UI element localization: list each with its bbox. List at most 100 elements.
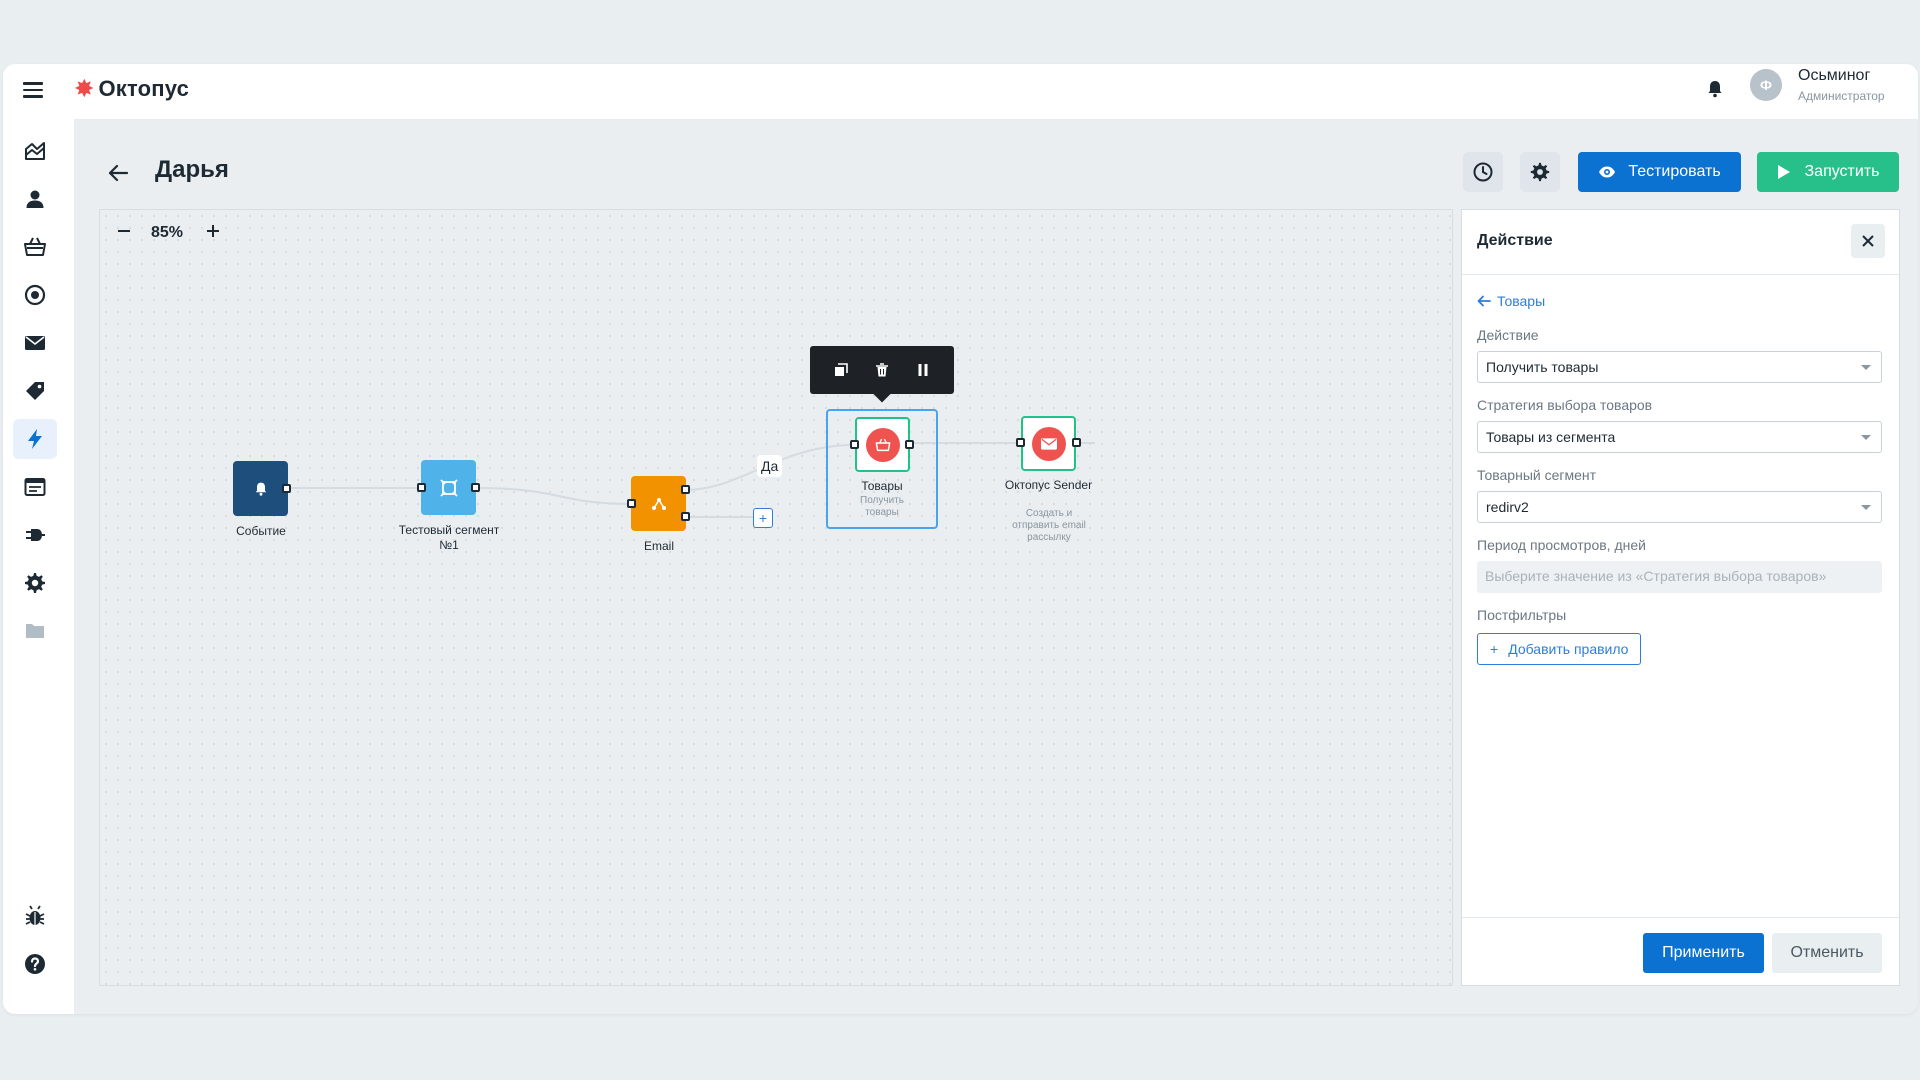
node-email-input-port[interactable]: [627, 499, 636, 508]
test-button[interactable]: Тестировать: [1578, 152, 1741, 192]
bell-icon: [255, 482, 266, 496]
sidebar-item-bugs[interactable]: [13, 896, 57, 936]
eye-icon: [1599, 166, 1616, 178]
split-icon: [651, 497, 666, 510]
view-period-placeholder: Выберите значение из «Стратегия выбора т…: [1485, 568, 1827, 584]
sidebar-item-analytics[interactable]: [13, 131, 57, 171]
strategy-label: Стратегия выбора товаров: [1477, 397, 1653, 413]
panel-title: Действие: [1477, 232, 1553, 249]
segment-icon: [439, 478, 458, 497]
user-icon: [26, 190, 44, 208]
sidebar-item-settings[interactable]: [13, 563, 57, 603]
node-sender-subtitle: Создать и отправить email рассылку: [1012, 508, 1086, 543]
logo-text: Октопус: [98, 76, 190, 101]
logo[interactable]: ✸ Октопус: [75, 76, 189, 102]
action-select-value: Получить товары: [1486, 359, 1599, 375]
apply-button[interactable]: Применить: [1643, 933, 1764, 973]
chevron-down-icon: [1861, 435, 1871, 440]
sidebar-item-targets[interactable]: [13, 275, 57, 315]
sidebar-item-products[interactable]: [13, 227, 57, 267]
close-icon: [1862, 235, 1874, 247]
strategy-select[interactable]: Товары из сегмента: [1477, 421, 1882, 453]
node-products-input-port[interactable]: [850, 440, 859, 449]
product-segment-value: redirv2: [1486, 499, 1529, 515]
zoom-in-icon[interactable]: [204, 222, 222, 240]
sidebar-item-files[interactable]: [13, 611, 57, 651]
node-segment-output-port[interactable]: [471, 483, 480, 492]
node-segment-input-port[interactable]: [417, 483, 426, 492]
sidebar-item-offers[interactable]: [13, 371, 57, 411]
node-products[interactable]: [855, 417, 910, 472]
zoom-out-icon[interactable]: [115, 222, 133, 240]
help-icon: [25, 954, 45, 974]
sidebar-item-help[interactable]: [13, 944, 57, 984]
sidebar-item-scenarios[interactable]: [13, 419, 57, 459]
bug-icon: [25, 905, 45, 925]
sidebar-item-templates[interactable]: [13, 467, 57, 507]
user-name[interactable]: Осьминог: [1798, 67, 1870, 85]
sidebar-item-integrations[interactable]: [13, 515, 57, 555]
back-arrow-icon[interactable]: [103, 158, 133, 188]
mail-icon: [1040, 437, 1057, 450]
gear-icon: [1530, 162, 1550, 182]
window-icon: [24, 478, 46, 496]
scenario-canvas[interactable]: [99, 209, 1453, 986]
node-event[interactable]: [233, 461, 288, 516]
avatar[interactable]: Ф: [1750, 69, 1782, 101]
sidebar-item-customers[interactable]: [13, 179, 57, 219]
panel-back-link[interactable]: Товары: [1477, 293, 1545, 309]
action-select[interactable]: Получить товары: [1477, 351, 1882, 383]
node-email[interactable]: [631, 476, 686, 531]
cancel-button[interactable]: Отменить: [1772, 933, 1882, 973]
copy-icon: [834, 363, 848, 376]
scenario-settings-button[interactable]: [1520, 152, 1560, 192]
run-button[interactable]: Запустить: [1757, 152, 1899, 192]
node-sender-output-port[interactable]: [1072, 438, 1081, 447]
product-segment-label: Товарный сегмент: [1477, 467, 1597, 483]
logo-star-icon: ✸: [75, 76, 94, 101]
tag-icon: [26, 382, 44, 400]
node-toolbar: [810, 346, 954, 394]
notification-bell-icon[interactable]: [1705, 78, 1725, 100]
copy-node-button[interactable]: [829, 358, 853, 382]
node-event-output-port[interactable]: [282, 484, 291, 493]
action-panel: Действие Товары Действие Получить товары…: [1461, 209, 1900, 986]
delete-node-button[interactable]: [870, 358, 894, 382]
hamburger-menu-icon[interactable]: [23, 82, 43, 100]
add-rule-label: Добавить правило: [1508, 641, 1629, 657]
pause-icon: [918, 364, 928, 376]
pause-node-button[interactable]: [911, 358, 935, 382]
node-email-yes-port[interactable]: [681, 485, 690, 494]
sidebar: [3, 119, 74, 1014]
add-rule-button[interactable]: + Добавить правило: [1477, 633, 1642, 665]
add-branch-button[interactable]: +: [753, 508, 773, 528]
lightning-icon: [28, 429, 42, 449]
history-button[interactable]: [1463, 152, 1503, 192]
node-email-no-port[interactable]: [681, 512, 690, 521]
node-products-subtitle: Получить товары: [860, 495, 904, 518]
node-products-label: Товары: [861, 479, 903, 493]
action-label: Действие: [1477, 327, 1539, 343]
sidebar-item-mailings[interactable]: [13, 323, 57, 363]
panel-close-button[interactable]: [1851, 224, 1885, 258]
panel-back-label: Товары: [1497, 293, 1546, 309]
panel-footer: Применить Отменить: [1462, 917, 1899, 985]
trash-icon: [875, 363, 888, 377]
page-title: Дарья: [155, 156, 229, 183]
node-segment-label: Тестовый сегмент №1: [398, 523, 500, 552]
node-sender-input-port[interactable]: [1016, 438, 1025, 447]
run-button-label: Запустить: [1804, 163, 1880, 180]
product-segment-select[interactable]: redirv2: [1477, 491, 1882, 523]
user-role: Администратор: [1798, 89, 1885, 103]
node-segment[interactable]: [421, 460, 476, 515]
avatar-initial: Ф: [1760, 77, 1772, 93]
chevron-down-icon: [1861, 505, 1871, 510]
chevron-down-icon: [1861, 365, 1871, 370]
node-sender-badge: [1031, 426, 1066, 461]
node-sender[interactable]: [1021, 416, 1076, 471]
folder-icon: [26, 624, 44, 638]
top-bar: ✸ Октопус Ф Осьминог Администратор: [3, 64, 1918, 119]
node-products-output-port[interactable]: [905, 440, 914, 449]
back-arrow-icon: [1477, 295, 1491, 307]
view-period-field[interactable]: Выберите значение из «Стратегия выбора т…: [1477, 561, 1882, 593]
